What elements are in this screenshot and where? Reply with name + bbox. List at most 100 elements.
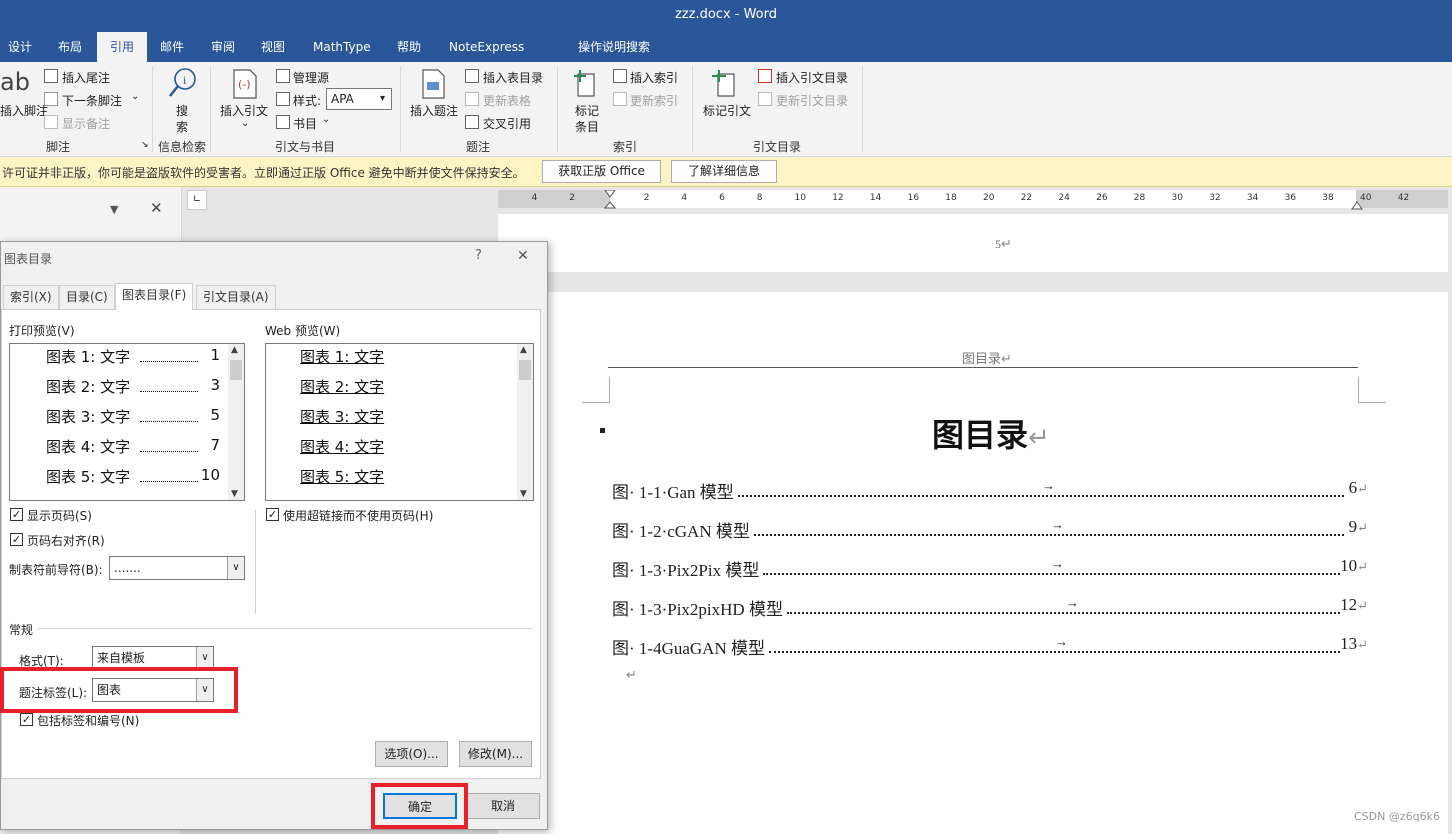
tab-mathtype[interactable]: MathType xyxy=(307,32,377,62)
horizontal-ruler[interactable]: 4 2 2 4 6 8 10 12 14 16 18 20 22 24 26 28 30 32 34 36 38 40 42 xyxy=(498,190,1448,210)
web-preview-link[interactable]: 图表 3: 文字 xyxy=(300,406,384,427)
mark-entry-button-line-1[interactable]: 标记 xyxy=(575,102,599,119)
tab-help[interactable]: 帮助 xyxy=(391,32,427,62)
tab-stop-selector-icon[interactable]: ∟ xyxy=(187,190,207,210)
right-align-checkbox[interactable]: ✓ xyxy=(10,533,23,546)
right-align-label[interactable]: 页码右对齐(R) xyxy=(27,532,105,549)
web-preview-link[interactable]: 图表 2: 文字 xyxy=(300,376,384,397)
cross-reference-button[interactable]: 交叉引用 xyxy=(483,115,531,132)
show-notes-icon xyxy=(44,115,58,129)
update-index-button[interactable]: 更新索引 xyxy=(630,92,678,109)
indent-marker-icon[interactable] xyxy=(604,190,616,214)
ruler-number: 36 xyxy=(1284,193,1297,203)
group-label-footnote: 脚注 xyxy=(46,140,71,154)
document-page-current[interactable]: 图目录↵ 图目录↵ 图· 1-1·Gan 模型 → 6↵ 图· 1-2·cGAN 模型… xyxy=(498,292,1448,834)
scroll-up-icon[interactable]: ▲ xyxy=(231,345,238,355)
web-preview-link[interactable]: 图表 5: 文字 xyxy=(300,466,384,487)
dialog-close-button[interactable]: ✕ xyxy=(517,248,529,264)
show-page-numbers-checkbox[interactable]: ✓ xyxy=(10,508,23,521)
cancel-button[interactable]: 取消 xyxy=(466,793,540,819)
toc-heading: 图目录↵ xyxy=(932,416,1050,454)
tab-references[interactable]: 引用 xyxy=(97,32,147,62)
group-separator xyxy=(862,66,863,152)
chevron-down-icon[interactable]: ▼ xyxy=(110,203,118,216)
tab-mailings[interactable]: 邮件 xyxy=(154,32,190,62)
options-button[interactable]: 选项(O)... xyxy=(375,741,448,767)
scroll-down-icon[interactable]: ▼ xyxy=(520,489,527,499)
dialog-launcher-icon[interactable]: ↘ xyxy=(141,140,149,150)
ruler-number: 4 xyxy=(531,193,538,203)
update-toa-button[interactable]: 更新引文目录 xyxy=(776,92,848,109)
learn-more-button[interactable]: 了解详细信息 xyxy=(671,160,777,183)
tab-index[interactable]: 索引(X) xyxy=(3,285,59,309)
get-genuine-office-button[interactable]: 获取正版 Office xyxy=(542,160,661,183)
insert-index-button[interactable]: 插入索引 xyxy=(630,69,678,86)
tell-me-search[interactable]: 操作说明搜索 xyxy=(572,32,656,62)
license-warning-bar: 许可证并非正版，你可能是盗版软件的受害者。立即通过正版 Office 避免中断并… xyxy=(0,157,1452,187)
tab-leader-select[interactable]: ....... ∨ xyxy=(109,556,245,580)
group-separator xyxy=(692,66,693,152)
document-page-previous[interactable]: 5↵ xyxy=(498,214,1448,272)
figure-entry-label[interactable]: 图· 1-3·Pix2pixHD 模型 xyxy=(612,595,783,620)
return-mark: ↵ xyxy=(1357,598,1368,613)
figure-entry-label[interactable]: 图· 1-4GuaGAN 模型 xyxy=(612,634,765,659)
modify-button[interactable]: 修改(M)... xyxy=(459,741,532,767)
include-label-checkbox[interactable]: ✓ xyxy=(20,713,33,726)
use-hyperlinks-label[interactable]: 使用超链接而不使用页码(H) xyxy=(283,507,433,524)
search-button-label-1[interactable]: 搜 xyxy=(176,102,188,119)
use-hyperlinks-checkbox[interactable]: ✓ xyxy=(266,508,279,521)
scroll-up-icon[interactable]: ▲ xyxy=(520,345,527,355)
insert-citation-icon: (-) xyxy=(233,69,257,99)
tab-review[interactable]: 审阅 xyxy=(205,32,241,62)
highlight-box-ok-button xyxy=(371,783,468,829)
insert-footnote-button[interactable]: 插入脚注 xyxy=(0,102,48,119)
insert-endnote-button[interactable]: 插入尾注 xyxy=(62,69,110,86)
search-button-label-2[interactable]: 索 xyxy=(176,118,188,135)
help-button[interactable]: ? xyxy=(475,248,482,263)
insert-toa-icon xyxy=(758,69,772,83)
insert-table-of-figures-button[interactable]: 插入表目录 xyxy=(483,69,543,86)
bibliography-button[interactable]: 书目 xyxy=(293,115,317,132)
figure-entry-label[interactable]: 图· 1-1·Gan 模型 xyxy=(612,478,734,503)
next-footnote-button[interactable]: 下一条脚注 xyxy=(62,92,122,109)
web-preview-link[interactable]: 图表 4: 文字 xyxy=(300,436,384,457)
tab-noteexpress[interactable]: NoteExpress xyxy=(443,32,530,62)
style-select[interactable]: APA ▾ xyxy=(326,88,392,110)
tab-layout[interactable]: 布局 xyxy=(52,32,88,62)
manage-sources-button[interactable]: 管理源 xyxy=(293,69,329,86)
insert-caption-button[interactable]: 插入题注 xyxy=(410,102,458,119)
include-label-label[interactable]: 包括标签和编号(N) xyxy=(37,712,139,729)
ruler-number: 42 xyxy=(1397,193,1410,203)
mark-entry-button-line-2[interactable]: 条目 xyxy=(575,118,599,135)
section-divider xyxy=(38,628,532,629)
tab-design[interactable]: 设计 xyxy=(2,32,38,62)
web-preview-link[interactable]: 图表 1: 文字 xyxy=(300,346,384,367)
scroll-down-icon[interactable]: ▼ xyxy=(231,489,238,499)
tab-view[interactable]: 视图 xyxy=(255,32,291,62)
print-preview-box[interactable]: 图表 1: 文字 1 图表 2: 文字 3 图表 3: 文字 5 图表 4: 文字 7 图表 5… xyxy=(9,343,245,501)
show-page-numbers-label[interactable]: 显示页码(S) xyxy=(27,507,92,524)
ruler-number: 26 xyxy=(1096,193,1108,203)
web-preview-box[interactable]: 图表 1: 文字 图表 2: 文字 图表 3: 文字 图表 4: 文字 图表 5: 文字… xyxy=(265,343,534,501)
print-preview-scrollbar[interactable]: ▲ ▼ xyxy=(228,344,244,500)
mark-citation-button[interactable]: 标记引文 xyxy=(703,102,751,119)
ruler-number: 16 xyxy=(907,193,920,203)
ruler-number: 2 xyxy=(643,193,650,203)
insert-toa-button[interactable]: 插入引文目录 xyxy=(776,69,848,86)
update-table-button[interactable]: 更新表格 xyxy=(483,92,531,109)
show-notes-button[interactable]: 显示备注 xyxy=(62,115,110,132)
scroll-thumb[interactable] xyxy=(519,360,531,380)
figure-entry-label[interactable]: 图· 1-2·cGAN 模型 xyxy=(612,517,750,542)
web-preview-scrollbar[interactable]: ▲ ▼ xyxy=(517,344,533,500)
ruler-left-margin xyxy=(498,190,610,208)
tab-table-of-authorities[interactable]: 引文目录(A) xyxy=(196,285,276,309)
tab-toc[interactable]: 目录(C) xyxy=(59,285,115,309)
figure-entry-label[interactable]: 图· 1-3·Pix2Pix 模型 xyxy=(612,556,759,581)
tab-table-of-figures[interactable]: 图表目录(F) xyxy=(115,283,194,310)
insert-citation-button[interactable]: 插入引文 xyxy=(220,102,268,119)
scroll-thumb[interactable] xyxy=(230,360,242,380)
figure-entry-page: 13↵ xyxy=(1340,634,1368,654)
table-of-figures-icon xyxy=(465,69,479,83)
close-icon[interactable]: ✕ xyxy=(150,199,163,217)
right-indent-marker-icon[interactable] xyxy=(1351,200,1363,210)
